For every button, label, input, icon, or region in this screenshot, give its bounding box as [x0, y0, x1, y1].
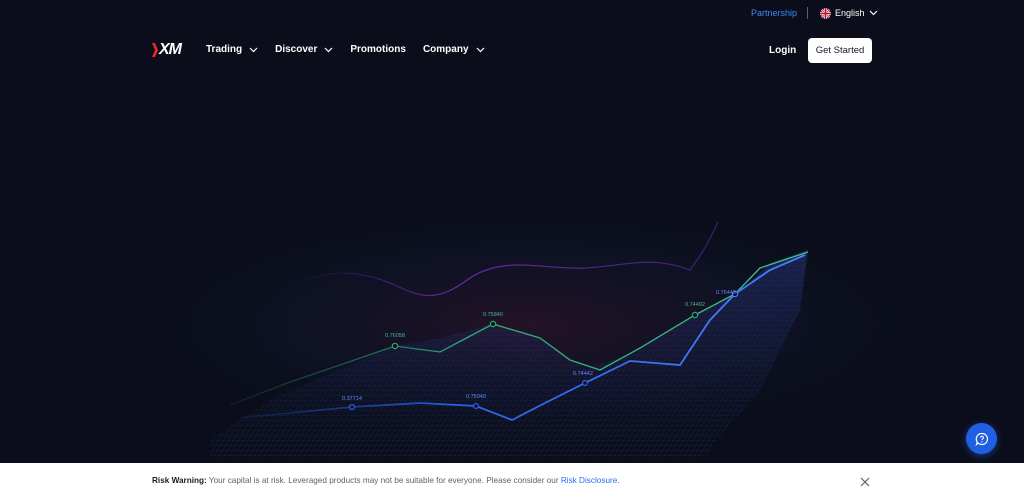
risk-disclosure-link[interactable]: Risk Disclosure — [561, 476, 617, 485]
close-banner-button[interactable] — [858, 475, 872, 489]
chevron-down-icon — [249, 47, 258, 52]
chart-label: 0.75840 — [483, 312, 503, 318]
nav-menu: Trading Discover Promotions Company — [206, 44, 485, 55]
logo-text: XM — [159, 41, 182, 58]
close-icon — [860, 477, 870, 487]
uk-flag-icon — [820, 7, 831, 19]
xm-logo[interactable]: XM — [152, 41, 182, 59]
login-link[interactable]: Login — [769, 45, 796, 56]
language-selector[interactable]: English — [820, 6, 878, 20]
risk-warning-body: Your capital is at risk. Leveraged produ… — [208, 476, 559, 485]
nav-item-company[interactable]: Company — [423, 44, 485, 55]
topbar-divider — [807, 7, 808, 19]
risk-warning-banner: Risk Warning: Your capital is at risk. L… — [0, 463, 1024, 500]
chart-label: 0.74492 — [685, 302, 705, 308]
chat-bubble-icon — [974, 432, 988, 446]
topbar: Partnership English — [0, 0, 1024, 26]
language-label: English — [835, 8, 865, 18]
chart-point — [489, 320, 497, 328]
chevron-down-icon — [476, 47, 484, 52]
nav-item-promotions[interactable]: Promotions — [350, 44, 406, 55]
nav-item-discover[interactable]: Discover — [275, 44, 333, 55]
chat-button[interactable] — [966, 423, 997, 454]
nav-item-trading[interactable]: Trading — [206, 44, 258, 55]
chart-point — [349, 404, 356, 411]
chart-point — [691, 311, 699, 319]
page: Partnership English XM Trading Discover … — [0, 0, 1024, 500]
nav-item-label: Promotions — [350, 44, 406, 55]
main-nav: XM Trading Discover Promotions Company L… — [0, 38, 1024, 64]
risk-warning-end: . — [617, 476, 620, 485]
nav-item-label: Discover — [275, 44, 318, 55]
hero-chart-graphic: 0.76058 0.75840 0.74492 0.76449 0.37714 … — [0, 160, 1024, 460]
chart-point — [581, 380, 588, 387]
logo-mark-icon — [152, 43, 158, 57]
nav-item-label: Trading — [206, 44, 243, 55]
chart-label: 0.76449 — [716, 290, 736, 296]
chart-point — [473, 403, 480, 410]
chart-point — [391, 342, 399, 350]
get-started-button[interactable]: Get Started — [808, 38, 872, 63]
nav-item-label: Company — [422, 44, 469, 55]
chart-label: 0.74442 — [573, 371, 593, 377]
chart-label: 0.37714 — [342, 396, 362, 402]
chevron-down-icon — [324, 47, 333, 52]
chart-label: 0.76058 — [385, 333, 405, 339]
chart-label: 0.75040 — [466, 394, 486, 400]
risk-warning-text: Risk Warning: Your capital is at risk. L… — [152, 476, 620, 485]
risk-warning-title: Risk Warning: — [152, 476, 207, 485]
chevron-down-icon — [869, 10, 877, 16]
partnership-link[interactable]: Partnership — [751, 8, 797, 18]
